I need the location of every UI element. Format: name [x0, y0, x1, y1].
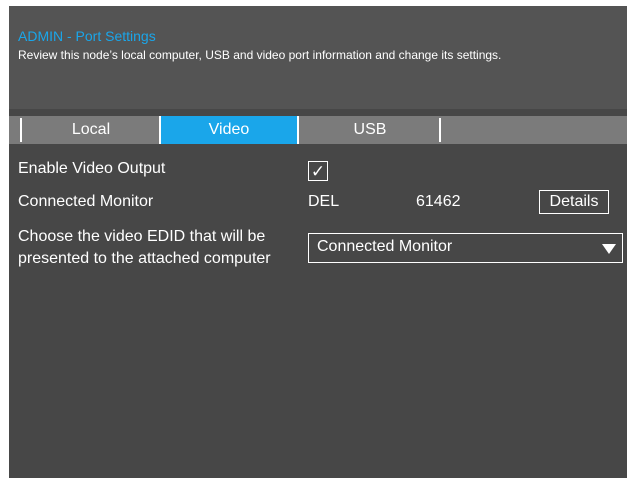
- page-subtitle: Review this node’s local computer, USB a…: [18, 48, 502, 62]
- checkmark-icon: ✓: [310, 161, 326, 181]
- details-button[interactable]: Details: [539, 190, 609, 214]
- tab-divider: [439, 118, 441, 142]
- tab-local[interactable]: Local: [22, 116, 160, 144]
- edid-select-value: Connected Monitor: [317, 238, 453, 255]
- port-settings-panel: ADMIN - Port Settings Review this node’s…: [9, 6, 627, 478]
- enable-video-output-label: Enable Video Output: [18, 160, 166, 177]
- header: ADMIN - Port Settings Review this node’s…: [9, 6, 627, 109]
- monitor-vendor: DEL: [308, 193, 340, 210]
- edid-label-line1: Choose the video EDID that will be: [18, 228, 266, 245]
- enable-video-output-checkbox[interactable]: ✓: [308, 161, 328, 181]
- edid-label-line2: presented to the attached computer: [18, 250, 271, 267]
- tab-usb[interactable]: USB: [301, 116, 439, 144]
- connected-monitor-label: Connected Monitor: [18, 193, 154, 210]
- dropdown-arrow-icon: [602, 244, 616, 254]
- monitor-id: 61462: [416, 193, 461, 210]
- page-title: ADMIN - Port Settings: [18, 28, 156, 44]
- tab-video[interactable]: Video: [159, 116, 299, 144]
- tab-bar: Local Video USB: [9, 116, 627, 144]
- edid-select[interactable]: Connected Monitor: [308, 233, 623, 263]
